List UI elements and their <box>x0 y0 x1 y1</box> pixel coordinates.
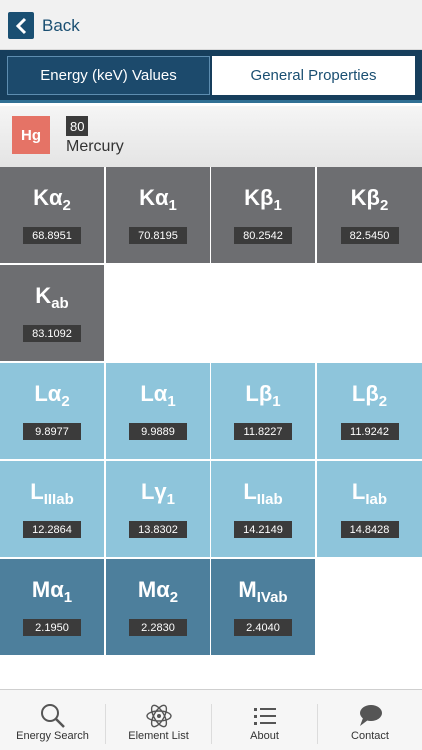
line-label: Lα2 <box>34 381 70 410</box>
line-value: 11.8227 <box>234 423 292 440</box>
line-tile-mivab[interactable]: MIVab 2.4040 <box>211 559 315 655</box>
line-tile-kab[interactable]: Kab 83.1092 <box>0 265 104 361</box>
chat-icon <box>360 705 382 726</box>
line-tile-lb1[interactable]: Lβ1 11.8227 <box>211 363 315 459</box>
line-label: LIIIab <box>30 479 74 508</box>
line-value: 2.1950 <box>23 619 81 636</box>
line-label: Kβ1 <box>244 185 282 214</box>
atomic-number: 80 <box>66 116 89 136</box>
line-label: Lα1 <box>140 381 176 410</box>
tab-general-properties[interactable]: General Properties <box>212 56 415 95</box>
search-icon <box>40 704 65 728</box>
line-label: Mα2 <box>137 577 179 606</box>
list-icon <box>253 708 276 725</box>
line-tile-ma1[interactable]: Mα1 2.1950 <box>0 559 104 655</box>
line-tile-ma2[interactable]: Mα2 2.2830 <box>106 559 210 655</box>
tab-label: About <box>250 730 279 742</box>
line-tile-ka1[interactable]: Kα1 70.8195 <box>106 167 210 263</box>
line-value: 14.8428 <box>340 521 399 538</box>
line-label: Kα1 <box>139 185 177 214</box>
line-tile-lb2[interactable]: Lβ2 11.9242 <box>317 363 422 459</box>
line-label: Lβ1 <box>245 381 281 410</box>
element-symbol-badge: Hg <box>12 116 50 154</box>
line-label: Kα2 <box>33 185 71 214</box>
element-header: Hg 80 Mercury <box>0 106 422 167</box>
line-value: 68.8951 <box>23 227 81 244</box>
line-tile-liiiab[interactable]: LIIIab 12.2864 <box>0 461 104 557</box>
line-label: Kab <box>35 283 69 312</box>
line-value: 9.9889 <box>129 423 187 440</box>
tab-about[interactable]: About <box>212 690 317 750</box>
line-value: 14.2149 <box>234 521 292 538</box>
line-value: 13.8302 <box>129 521 187 538</box>
line-label: LIab <box>351 479 388 508</box>
tab-energy-search[interactable]: Energy Search <box>0 690 105 750</box>
line-label: Mα1 <box>31 577 73 606</box>
line-label: LIIab <box>243 479 283 508</box>
segmented-control: Energy (keV) Values General Properties <box>0 50 422 103</box>
line-value: 12.2864 <box>23 521 81 538</box>
tab-energy-values[interactable]: Energy (keV) Values <box>7 56 210 95</box>
line-tile-lg1[interactable]: Lγ1 13.8302 <box>106 461 210 557</box>
top-nav-bar: Back <box>0 0 422 50</box>
tab-label: Energy Search <box>16 730 89 742</box>
line-value: 80.2542 <box>234 227 292 244</box>
tab-element-list[interactable]: Element List <box>106 690 211 750</box>
line-label: Lγ1 <box>140 479 176 508</box>
line-label: MIVab <box>238 577 288 606</box>
line-value: 70.8195 <box>129 227 187 244</box>
line-tile-la2[interactable]: Lα2 9.8977 <box>0 363 104 459</box>
line-label: Lβ2 <box>351 381 388 410</box>
tab-contact[interactable]: Contact <box>318 690 422 750</box>
line-tile-ka2[interactable]: Kα2 68.8951 <box>0 167 104 263</box>
tab-label: Contact <box>351 730 389 742</box>
line-label: Kβ2 <box>350 185 389 214</box>
line-value: 83.1092 <box>23 325 81 342</box>
line-tile-la1[interactable]: Lα1 9.9889 <box>106 363 210 459</box>
line-tile-kb1[interactable]: Kβ1 80.2542 <box>211 167 315 263</box>
back-label: Back <box>42 15 80 35</box>
line-value: 11.9242 <box>340 423 399 440</box>
element-name: Mercury <box>66 138 124 155</box>
tab-label: Element List <box>128 730 189 742</box>
line-value: 2.4040 <box>234 619 292 636</box>
bottom-tab-bar: Energy Search Element List About Contact <box>0 689 422 750</box>
line-value: 82.5450 <box>340 227 399 244</box>
line-tile-liiab[interactable]: LIIab 14.2149 <box>211 461 315 557</box>
line-tile-kb2[interactable]: Kβ2 82.5450 <box>317 167 422 263</box>
line-value: 9.8977 <box>23 423 81 440</box>
line-tile-liab[interactable]: LIab 14.8428 <box>317 461 422 557</box>
atom-icon <box>145 704 172 728</box>
line-value: 2.2830 <box>129 619 187 636</box>
chevron-left-icon <box>8 12 34 39</box>
back-button[interactable]: Back <box>8 12 80 39</box>
